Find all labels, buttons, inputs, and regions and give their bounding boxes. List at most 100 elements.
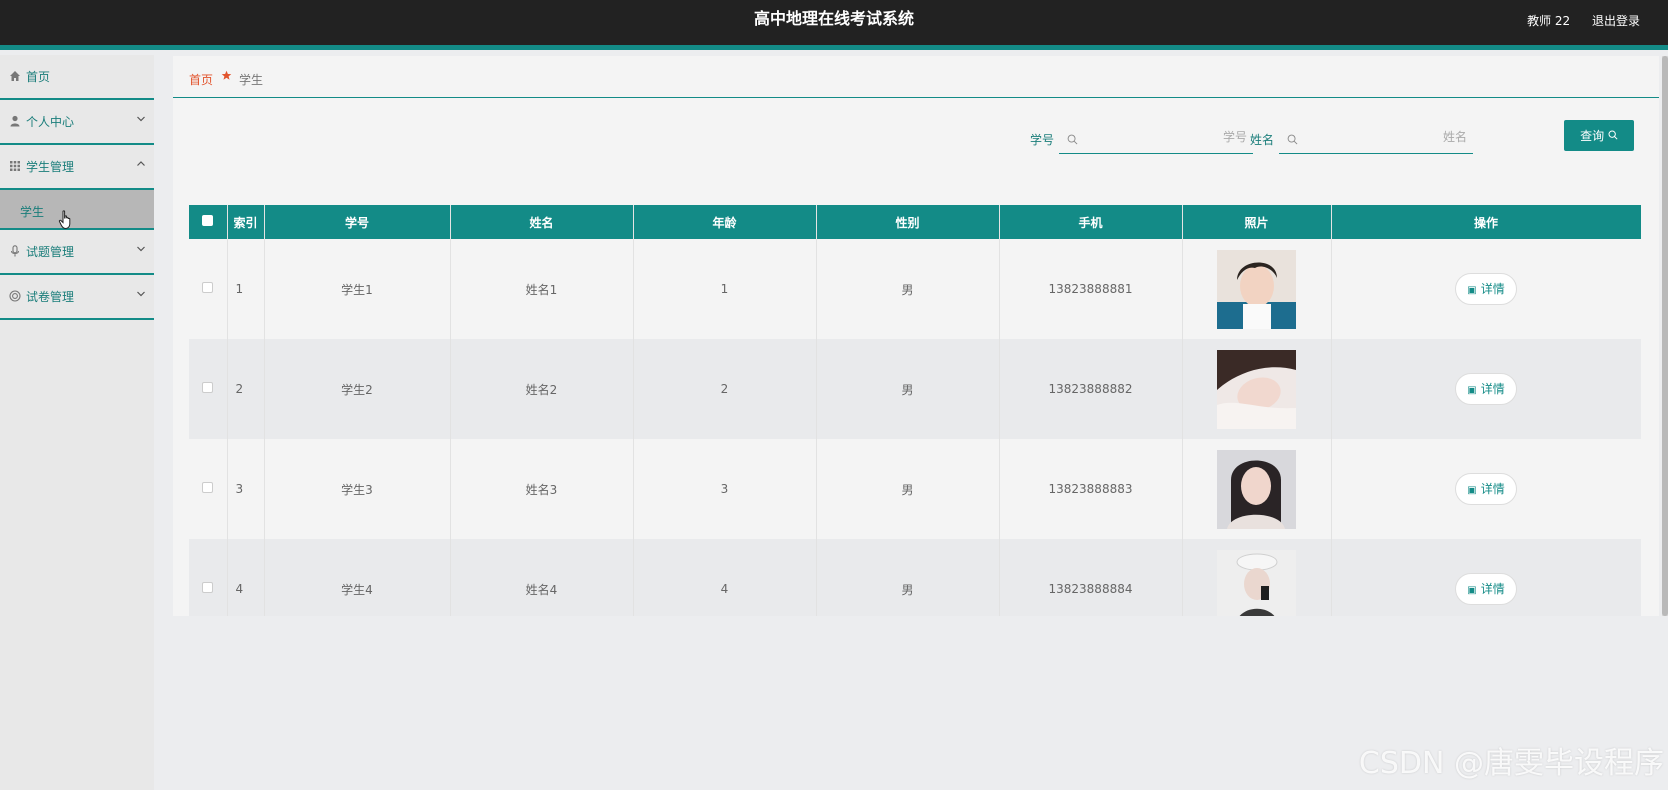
- name-cell: 姓名1: [450, 239, 634, 339]
- table-header-row: 索引 学号 姓名 年龄 性别 手机 照片 操作: [189, 205, 1641, 239]
- breadcrumb-home-link[interactable]: 首页: [189, 71, 213, 88]
- table-row: 1 学生1 姓名1 1 男 13823888881 ▣ 详情: [189, 239, 1641, 339]
- action-cell: ▣ 详情: [1331, 339, 1641, 439]
- phone-cell: 13823888882: [999, 339, 1183, 439]
- student-id-cell: 学生4: [264, 539, 451, 616]
- student-id-cell: 学生2: [264, 339, 451, 439]
- hand-cursor-icon: [58, 210, 74, 230]
- column-header: 手机: [999, 205, 1183, 239]
- student-photo[interactable]: [1217, 249, 1296, 329]
- search-icon: [1067, 130, 1079, 145]
- query-button-label: 查询: [1580, 129, 1605, 143]
- name-search: [1279, 120, 1473, 154]
- student-table: 索引 学号 姓名 年龄 性别 手机 照片 操作 1 学生1 姓名1 1 男 13…: [189, 205, 1641, 616]
- name-input[interactable]: [1305, 126, 1467, 148]
- select-all-cell[interactable]: [189, 205, 228, 239]
- gender-cell: 男: [816, 539, 1000, 616]
- age-cell: 1: [633, 239, 817, 339]
- document-icon: ▣: [1467, 585, 1477, 596]
- user-label: 教师 22: [1527, 14, 1571, 28]
- sidebar-item-label: 试题管理: [26, 245, 75, 259]
- index-cell: 3: [227, 439, 265, 539]
- sidebar-subitem-label: 学生: [20, 205, 45, 219]
- name-cell: 姓名3: [450, 439, 634, 539]
- chevron-down-icon: [134, 244, 148, 258]
- row-checkbox[interactable]: [202, 582, 214, 593]
- index-cell: 1: [227, 239, 265, 339]
- breadcrumb: 首页 学生: [173, 56, 1659, 98]
- gender-cell: 男: [816, 239, 1000, 339]
- student-id-cell: 学生3: [264, 439, 451, 539]
- circle-icon: [8, 290, 22, 304]
- name-cell: 姓名2: [450, 339, 634, 439]
- age-cell: 3: [633, 439, 817, 539]
- column-header: 操作: [1331, 205, 1641, 239]
- search-icon: [1608, 129, 1618, 143]
- main-content: 首页 学生 学号 姓名 查询: [173, 56, 1659, 616]
- row-checkbox[interactable]: [202, 482, 214, 493]
- photo-cell: [1182, 339, 1332, 439]
- phone-cell: 13823888884: [999, 539, 1183, 616]
- index-cell: 4: [227, 539, 265, 616]
- student-id-search: [1059, 120, 1253, 154]
- grid-icon: [8, 160, 22, 174]
- student-photo[interactable]: [1217, 349, 1296, 429]
- action-cell: ▣ 详情: [1331, 239, 1641, 339]
- sidebar-item-label: 个人中心: [26, 115, 75, 129]
- row-checkbox[interactable]: [202, 282, 214, 293]
- document-icon: ▣: [1467, 485, 1477, 496]
- query-button[interactable]: 查询: [1564, 120, 1634, 151]
- student-photo[interactable]: [1217, 449, 1296, 529]
- name-cell: 姓名4: [450, 539, 634, 616]
- sidebar-item-question-management[interactable]: 试题管理: [0, 230, 154, 275]
- student-id-input[interactable]: [1085, 126, 1247, 148]
- sidebar-item-paper-management[interactable]: 试卷管理: [0, 275, 154, 320]
- detail-button[interactable]: ▣ 详情: [1455, 273, 1517, 305]
- top-bar: 高中地理在线考试系统 教师 22 退出登录: [0, 0, 1668, 50]
- row-checkbox[interactable]: [202, 382, 214, 393]
- column-header: 索引: [227, 205, 265, 239]
- column-header: 照片: [1182, 205, 1332, 239]
- detail-button-label: 详情: [1480, 582, 1505, 596]
- chevron-up-icon: [134, 159, 148, 173]
- age-cell: 2: [633, 339, 817, 439]
- sidebar-item-label: 学生管理: [26, 160, 75, 174]
- detail-button[interactable]: ▣ 详情: [1455, 573, 1517, 605]
- breadcrumb-current: 学生: [239, 73, 264, 87]
- phone-cell: 13823888881: [999, 239, 1183, 339]
- sidebar-item-label: 首页: [26, 70, 51, 84]
- index-cell: 2: [227, 339, 265, 439]
- detail-button-label: 详情: [1480, 382, 1505, 396]
- table-row: 4 学生4 姓名4 4 男 13823888884 ▣ 详情: [189, 539, 1641, 616]
- column-header: 姓名: [450, 205, 634, 239]
- detail-button[interactable]: ▣ 详情: [1455, 373, 1517, 405]
- select-all-checkbox[interactable]: [202, 215, 214, 226]
- watermark: CSDN @唐雯毕设程序: [1358, 746, 1664, 781]
- column-header: 性别: [816, 205, 1000, 239]
- table-row: 3 学生3 姓名3 3 男 13823888883 ▣ 详情: [189, 439, 1641, 539]
- chevron-down-icon: [134, 114, 148, 128]
- vertical-scrollbar[interactable]: [1662, 56, 1668, 616]
- sidebar-item-student-management[interactable]: 学生管理: [0, 145, 154, 190]
- photo-cell: [1182, 539, 1332, 616]
- user-area: 教师 22 退出登录: [1509, 12, 1640, 29]
- detail-button-label: 详情: [1480, 282, 1505, 296]
- sidebar-item-home[interactable]: 首页: [0, 55, 154, 100]
- app-title: 高中地理在线考试系统: [753, 9, 914, 28]
- sidebar-item-profile[interactable]: 个人中心: [0, 100, 154, 145]
- table-row: 2 学生2 姓名2 2 男 13823888882 ▣ 详情: [189, 339, 1641, 439]
- detail-button-label: 详情: [1480, 482, 1505, 496]
- action-cell: ▣ 详情: [1331, 439, 1641, 539]
- microphone-icon: [8, 245, 22, 259]
- detail-button[interactable]: ▣ 详情: [1455, 473, 1517, 505]
- student-photo[interactable]: [1217, 549, 1296, 616]
- scrollbar-thumb[interactable]: [1662, 56, 1668, 616]
- column-header: 年龄: [633, 205, 817, 239]
- sidebar-subitem-student[interactable]: 学生: [0, 190, 154, 230]
- document-icon: ▣: [1467, 385, 1477, 396]
- phone-cell: 13823888883: [999, 439, 1183, 539]
- student-id-cell: 学生1: [264, 239, 451, 339]
- logout-link[interactable]: 退出登录: [1592, 14, 1640, 28]
- sidebar: 首页 个人中心 学生管理 学生 试题管理 试卷管理: [0, 55, 154, 790]
- gender-cell: 男: [816, 339, 1000, 439]
